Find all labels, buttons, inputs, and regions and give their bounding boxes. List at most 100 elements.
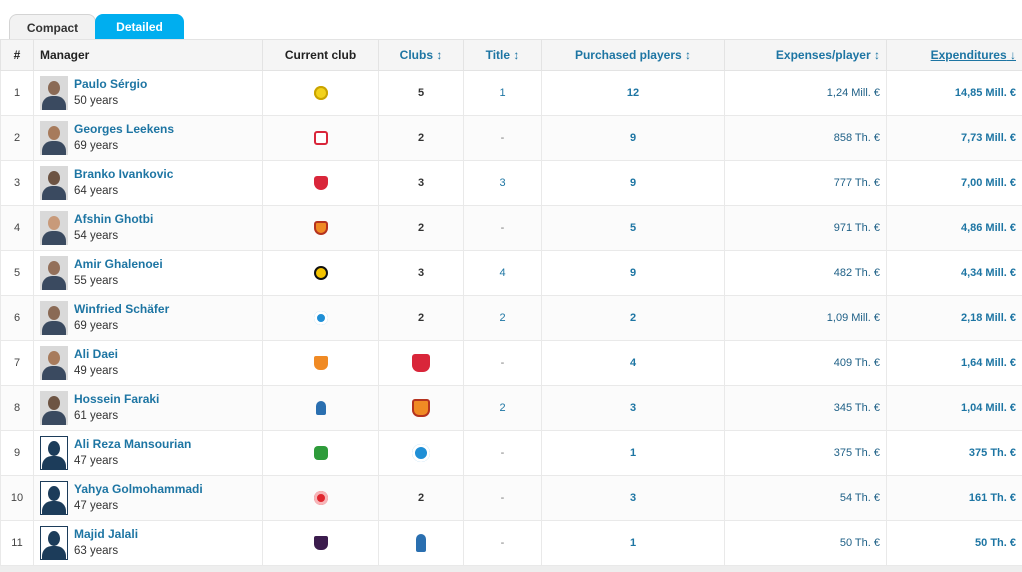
purchased-players-cell[interactable]: 4 <box>541 340 725 386</box>
expenditures-cell[interactable]: 375 Th. € <box>886 430 1022 476</box>
table-row: 11 Majid Jalali 63 years -1 50 Th. €50 Th. € <box>0 520 1022 566</box>
column-header-title[interactable]: Title ↕ <box>463 39 542 71</box>
purchased-players-cell[interactable]: 3 <box>541 385 725 431</box>
crest-persepolis-icon[interactable] <box>313 176 328 190</box>
expenditures-cell[interactable]: 1,64 Mill. € <box>886 340 1022 386</box>
sort-icon[interactable]: ↕ <box>513 48 519 62</box>
expenditures-cell[interactable]: 2,18 Mill. € <box>886 295 1022 341</box>
crest-foolad-icon[interactable] <box>412 399 430 417</box>
expenses-header-label[interactable]: Expenses/player <box>776 48 871 62</box>
expenditures-cell[interactable]: 7,73 Mill. € <box>886 115 1022 161</box>
manager-age: 63 years <box>74 545 119 557</box>
crest-orange-icon[interactable] <box>313 356 328 370</box>
manager-photo[interactable] <box>40 436 68 470</box>
expenditures-cell[interactable]: 4,86 Mill. € <box>886 205 1022 251</box>
crest-yellow-icon[interactable] <box>313 86 328 100</box>
manager-age: 64 years <box>74 185 119 197</box>
expenses-per-player-cell: 1,09 Mill. € <box>724 295 887 341</box>
purchased-players-cell[interactable]: 2 <box>541 295 725 341</box>
manager-photo[interactable] <box>40 301 68 335</box>
manager-name-link[interactable]: Majid Jalali <box>74 526 138 543</box>
purchased-players-cell[interactable]: 3 <box>541 475 725 521</box>
manager-photo[interactable] <box>40 121 68 155</box>
manager-photo[interactable] <box>40 256 68 290</box>
table-body: 1 Paulo Sérgio 50 years 5 1 12 1,24 Mill. €14,… <box>0 70 1022 566</box>
purchased-players-cell[interactable]: 9 <box>541 160 725 206</box>
purchased-players-cell[interactable]: 9 <box>541 250 725 296</box>
purchased-players-cell[interactable]: 12 <box>541 70 725 116</box>
manager-photo[interactable] <box>40 526 68 560</box>
title-cell[interactable]: 1 <box>463 70 542 116</box>
column-header-purchased-players[interactable]: Purchased players ↕ <box>541 39 725 71</box>
expenditures-cell[interactable]: 14,85 Mill. € <box>886 70 1022 116</box>
manager-name-link[interactable]: Yahya Golmohammadi <box>74 481 203 498</box>
crest-mascot-icon[interactable] <box>315 401 326 415</box>
manager-photo[interactable] <box>40 166 68 200</box>
manager-cell: Ali Reza Mansourian 47 years <box>33 430 263 476</box>
title-header-label[interactable]: Title <box>486 48 510 62</box>
manager-name-link[interactable]: Georges Leekens <box>74 121 174 138</box>
manager-name-link[interactable]: Paulo Sérgio <box>74 76 147 93</box>
crest-red-round-icon[interactable] <box>313 491 328 505</box>
manager-cell: Paulo Sérgio 50 years <box>33 70 263 116</box>
crest-dark-icon[interactable] <box>313 536 328 550</box>
sort-icon[interactable]: ↕ <box>436 48 442 62</box>
manager-cell: Yahya Golmohammadi 47 years <box>33 475 263 521</box>
sort-desc-icon[interactable]: ↓ <box>1010 48 1016 62</box>
manager-age: 54 years <box>74 230 119 242</box>
manager-photo[interactable] <box>40 346 68 380</box>
rank-cell: 11 <box>0 520 34 566</box>
title-cell[interactable]: 4 <box>463 250 542 296</box>
purchased-header-label[interactable]: Purchased players <box>575 48 682 62</box>
expenditures-header-label[interactable]: Expenditures <box>931 48 1007 62</box>
column-header-rank: # <box>0 39 34 71</box>
manager-name-link[interactable]: Hossein Faraki <box>74 391 159 408</box>
title-cell[interactable]: 2 <box>463 295 542 341</box>
horizontal-scrollbar[interactable] <box>0 566 1022 572</box>
title-cell[interactable]: 2 <box>463 385 542 431</box>
manager-age: 55 years <box>74 275 119 287</box>
current-club-cell <box>262 250 379 296</box>
tab-detailed[interactable]: Detailed <box>95 14 184 40</box>
purchased-players-cell[interactable]: 5 <box>541 205 725 251</box>
rank-cell: 8 <box>0 385 34 431</box>
manager-age: 69 years <box>74 320 119 332</box>
manager-photo[interactable] <box>40 391 68 425</box>
manager-name-link[interactable]: Branko Ivankovic <box>74 166 173 183</box>
column-header-clubs[interactable]: Clubs ↕ <box>378 39 464 71</box>
manager-info: Georges Leekens 69 years <box>40 121 256 155</box>
expenditures-cell[interactable]: 50 Th. € <box>886 520 1022 566</box>
crest-persepolis-icon[interactable] <box>412 354 430 372</box>
crest-esteghlal-icon[interactable] <box>313 311 328 325</box>
sort-icon[interactable]: ↕ <box>685 48 691 62</box>
title-cell[interactable]: 3 <box>463 160 542 206</box>
expenditures-cell[interactable]: 7,00 Mill. € <box>886 160 1022 206</box>
column-header-expenditures[interactable]: Expenditures ↓ <box>886 39 1022 71</box>
manager-name-link[interactable]: Afshin Ghotbi <box>74 211 153 228</box>
crest-green-icon[interactable] <box>313 446 328 460</box>
clubs-header-label[interactable]: Clubs <box>400 48 433 62</box>
expenditures-cell[interactable]: 4,34 Mill. € <box>886 250 1022 296</box>
clubs-cell <box>378 520 464 566</box>
purchased-players-cell[interactable]: 1 <box>541 520 725 566</box>
tab-compact[interactable]: Compact <box>9 14 96 40</box>
crest-mascot-icon[interactable] <box>416 534 426 552</box>
manager-photo[interactable] <box>40 481 68 515</box>
manager-photo[interactable] <box>40 211 68 245</box>
manager-info: Afshin Ghotbi 54 years <box>40 211 256 245</box>
manager-name-link[interactable]: Amir Ghalenoei <box>74 256 163 273</box>
crest-foolad-icon[interactable] <box>313 221 328 235</box>
purchased-players-cell[interactable]: 1 <box>541 430 725 476</box>
column-header-expenses-per-player[interactable]: Expenses/player ↕ <box>724 39 887 71</box>
crest-sepahan-icon[interactable] <box>313 266 328 280</box>
purchased-players-cell[interactable]: 9 <box>541 115 725 161</box>
manager-photo[interactable] <box>40 76 68 110</box>
manager-name-link[interactable]: Ali Daei <box>74 346 118 363</box>
manager-name-link[interactable]: Winfried Schäfer <box>74 301 169 318</box>
crest-esteghlal-icon[interactable] <box>412 444 430 462</box>
expenditures-cell[interactable]: 161 Th. € <box>886 475 1022 521</box>
manager-name-link[interactable]: Ali Reza Mansourian <box>74 436 191 453</box>
crest-red-shield-icon[interactable] <box>313 131 328 145</box>
sort-icon[interactable]: ↕ <box>874 48 880 62</box>
expenditures-cell[interactable]: 1,04 Mill. € <box>886 385 1022 431</box>
